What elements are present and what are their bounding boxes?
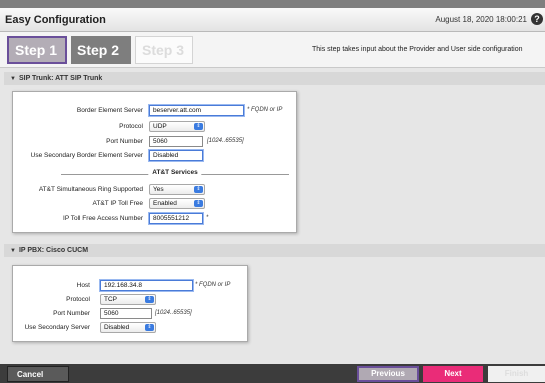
finish-button: Finish — [488, 366, 545, 382]
secondary-server-row: Use Secondary Border Element Server Disa… — [13, 150, 296, 162]
secondary-server-select[interactable]: Disabled — [149, 150, 203, 161]
protocol-select[interactable]: UDP ⇕ — [149, 121, 205, 132]
chevron-updown-icon: ⇕ — [194, 123, 203, 130]
pbx-port-row: Port Number 5060 [1024..65535] — [13, 308, 247, 320]
pbx-protocol-value: TCP — [104, 296, 117, 303]
ip-pbx-panel: Host 192.168.34.8 * FQDN or IP Protocol … — [12, 265, 248, 342]
border-server-row: Border Element Server beserver.att.com *… — [13, 105, 296, 117]
step-1-tab[interactable]: Step 1 — [7, 36, 67, 64]
pbx-protocol-label: Protocol — [66, 296, 90, 303]
pbx-protocol-select[interactable]: TCP ⇕ — [100, 294, 156, 305]
secondary-server-label: Use Secondary Border Element Server — [30, 152, 143, 159]
pbx-port-hint: [1024..65535] — [155, 310, 192, 316]
pbx-port-label: Port Number — [53, 310, 90, 317]
port-input[interactable]: 5060 — [149, 136, 203, 147]
pbx-secondary-row: Use Secondary Server Disabled ⇕ — [13, 322, 247, 334]
toll-free-value: Enabled — [153, 200, 177, 207]
previous-button[interactable]: Previous — [357, 366, 419, 382]
collapse-triangle-icon: ▼ — [10, 76, 16, 82]
port-label: Port Number — [106, 138, 143, 145]
host-row: Host 192.168.34.8 * FQDN or IP — [13, 280, 247, 292]
chevron-updown-icon: ⇕ — [194, 200, 203, 207]
access-number-required-mark: * — [206, 215, 209, 221]
access-number-input[interactable]: 8005551212 — [149, 213, 203, 224]
window-top-strip — [0, 0, 545, 8]
protocol-row: Protocol UDP ⇕ — [13, 121, 296, 133]
att-services-divider: AT&T Services — [61, 169, 289, 179]
simultaneous-ring-value: Yes — [153, 186, 164, 193]
simultaneous-ring-select[interactable]: Yes ⇕ — [149, 184, 205, 195]
title-bar: Easy Configuration August 18, 2020 18:00… — [0, 8, 545, 32]
host-hint: * FQDN or IP — [195, 282, 231, 288]
toll-free-row: AT&T IP Toll Free Enabled ⇕ — [13, 198, 296, 210]
border-server-input[interactable]: beserver.att.com — [149, 105, 244, 116]
ip-pbx-section-header[interactable]: ▼ IP PBX: Cisco CUCM — [4, 244, 545, 257]
chevron-updown-icon: ⇕ — [145, 296, 154, 303]
next-button[interactable]: Next — [423, 366, 483, 382]
step-2-tab[interactable]: Step 2 — [71, 36, 131, 64]
toll-free-label: AT&T IP Toll Free — [92, 200, 143, 207]
step-3-tab: Step 3 — [135, 36, 193, 64]
chevron-updown-icon: ⇕ — [194, 186, 203, 193]
pbx-protocol-row: Protocol TCP ⇕ — [13, 294, 247, 306]
border-server-label: Border Element Server — [76, 107, 143, 114]
toll-free-select[interactable]: Enabled ⇕ — [149, 198, 205, 209]
page-title: Easy Configuration — [5, 14, 106, 26]
simultaneous-ring-row: AT&T Simultaneous Ring Supported Yes ⇕ — [13, 184, 296, 196]
pbx-port-input[interactable]: 5060 — [100, 308, 152, 319]
port-hint: [1024..65535] — [207, 138, 244, 144]
collapse-triangle-icon: ▼ — [10, 248, 16, 254]
step-description: This step takes input about the Provider… — [312, 46, 523, 53]
host-label: Host — [76, 282, 90, 289]
border-server-hint: * FQDN or IP — [247, 107, 283, 113]
sip-trunk-section-title: SIP Trunk: ATT SIP Trunk — [18, 75, 103, 82]
pbx-secondary-value: Disabled — [104, 324, 130, 331]
access-number-row: IP Toll Free Access Number 8005551212 * — [13, 213, 296, 225]
att-services-heading: AT&T Services — [148, 169, 202, 176]
host-input[interactable]: 192.168.34.8 — [100, 280, 193, 291]
cancel-button[interactable]: Cancel — [7, 366, 69, 382]
protocol-label: Protocol — [119, 123, 143, 130]
sip-trunk-panel: Border Element Server beserver.att.com *… — [12, 91, 297, 233]
steps-bar: Step 1 Step 2 Step 3 This step takes inp… — [0, 32, 545, 68]
chevron-updown-icon: ⇕ — [145, 324, 154, 331]
pbx-secondary-select[interactable]: Disabled ⇕ — [100, 322, 156, 333]
pbx-secondary-label: Use Secondary Server — [24, 324, 90, 331]
protocol-select-value: UDP — [153, 123, 167, 130]
port-row: Port Number 5060 [1024..65535] — [13, 136, 296, 148]
sip-trunk-section-header[interactable]: ▼ SIP Trunk: ATT SIP Trunk — [4, 72, 545, 85]
simultaneous-ring-label: AT&T Simultaneous Ring Supported — [38, 186, 143, 193]
ip-pbx-section-title: IP PBX: Cisco CUCM — [18, 247, 89, 254]
help-icon[interactable]: ? — [531, 13, 543, 25]
datetime-display: August 18, 2020 18:00:21 — [435, 15, 527, 24]
access-number-label: IP Toll Free Access Number — [63, 215, 143, 222]
